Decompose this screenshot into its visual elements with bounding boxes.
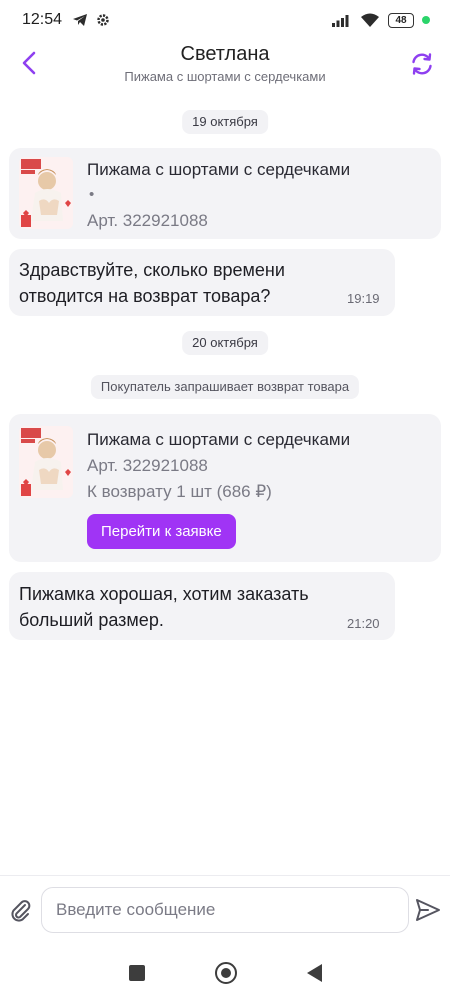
chat-header: Светлана Пижама с шортами с сердечками <box>0 40 450 96</box>
gear-icon <box>97 14 109 26</box>
product-image-icon <box>19 426 73 498</box>
product-thumbnail <box>19 157 73 229</box>
status-bar: 12:54 48 <box>0 0 450 40</box>
product-article: Арт. 322921088 <box>87 211 208 230</box>
system-navigation-bar <box>0 945 450 1000</box>
product-dot: • <box>89 186 95 203</box>
message-bubble: Здравствуйте, сколько времени отводится … <box>9 249 395 316</box>
chat-subtitle: Пижама с шортами с сердечками <box>124 69 326 84</box>
wifi-icon <box>361 13 379 27</box>
product-title: Пижама с шортами с сердечками <box>87 430 351 449</box>
return-request-card: Пижама с шортами с сердечками Арт. 32292… <box>9 414 441 562</box>
send-button[interactable] <box>414 896 442 924</box>
product-article: Арт. 322921088 <box>87 456 208 475</box>
home-button[interactable] <box>214 961 237 984</box>
back-nav-button[interactable] <box>306 963 322 982</box>
status-time: 12:54 <box>22 11 63 28</box>
status-bar-right: 48 <box>332 12 430 28</box>
message-input[interactable]: Введите сообщение <box>41 887 409 933</box>
signal-icon <box>332 15 349 27</box>
refresh-button[interactable] <box>406 48 438 80</box>
refresh-icon <box>412 53 432 75</box>
message-text: Здравствуйте, сколько времени отводится … <box>19 260 285 306</box>
telegram-icon <box>73 14 88 26</box>
message-time: 21:20 <box>347 616 380 631</box>
message-composer: Введите сообщение <box>0 875 450 945</box>
status-notification-icons <box>72 13 110 27</box>
go-to-request-button[interactable]: Перейти к заявке <box>87 514 236 549</box>
date-separator: 20 октября <box>182 331 268 355</box>
message-text: Пижамка хорошая, хотим заказать больший … <box>19 584 309 630</box>
attach-button[interactable] <box>8 898 34 924</box>
paperclip-icon <box>11 900 31 922</box>
product-card[interactable]: Пижама с шортами с сердечками • Арт. 322… <box>9 148 441 239</box>
product-image-icon <box>19 157 73 229</box>
date-separator: 19 октября <box>182 110 268 134</box>
return-quantity-info: К возврату 1 шт (686 ₽) <box>87 482 272 501</box>
battery-indicator: 48 <box>388 12 414 28</box>
system-note: Покупатель запрашивает возврат товара <box>90 375 360 399</box>
send-icon <box>416 899 440 921</box>
message-bubble: Пижамка хорошая, хотим заказать больший … <box>9 572 395 640</box>
recents-button[interactable] <box>128 964 145 981</box>
chat-title: Светлана <box>180 43 270 65</box>
message-time: 19:19 <box>347 291 380 306</box>
privacy-indicator-dot <box>422 16 430 24</box>
product-thumbnail <box>19 426 73 498</box>
status-bar-left: 12:54 <box>22 11 110 29</box>
product-title: Пижама с шортами с сердечками <box>87 160 351 179</box>
